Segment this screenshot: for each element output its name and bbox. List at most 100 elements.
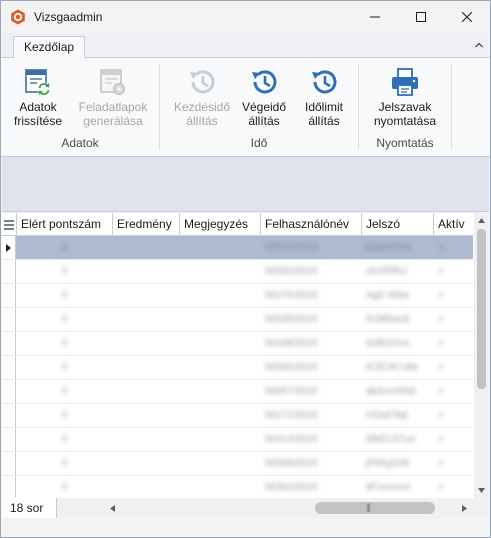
clock-history-icon	[190, 70, 215, 94]
column-header-megjegyzes[interactable]: Megjegyzés	[180, 213, 261, 236]
main-window: Vizsgaadmin Kezdőlap Adatok frissítése F…	[0, 0, 491, 538]
refresh-data-label-2: frissítése	[13, 114, 62, 128]
cell-pontszam: 0	[62, 338, 68, 349]
table-row[interactable]: 0 00276/2023 AgK-Ndar >	[2, 284, 473, 308]
column-header-felhasznalonev[interactable]: Felhasználónév	[261, 213, 362, 236]
row-indicator[interactable]	[2, 236, 16, 259]
table-row[interactable]: 0 00438/2024 6xBO2ms >	[2, 332, 473, 356]
table-row[interactable]: 0 00335/2024 RJ9f6wnk >	[2, 308, 473, 332]
cell-pontszam: 0	[62, 434, 68, 445]
row-indicator[interactable]	[2, 380, 16, 403]
cell-jelszo: akAmnhNd	[366, 386, 416, 397]
cell-felhasznalonev: 00438/2024	[265, 338, 318, 349]
close-button[interactable]	[444, 1, 490, 33]
print-passwords-label-1: Jelszavak	[378, 100, 432, 114]
row-indicator[interactable]	[2, 452, 16, 475]
data-grid[interactable]: Elért pontszám Eredmény Megjegyzés Felha…	[2, 213, 489, 498]
table-row[interactable]: 0 00067/2022 akAmnhNd >	[2, 380, 473, 404]
cell-pontszam: 0	[62, 458, 68, 469]
column-header-aktiv[interactable]: Aktív	[434, 213, 473, 236]
cell-aktiv: >	[438, 434, 444, 445]
scroll-left-icon[interactable]	[109, 504, 116, 513]
set-end-time-label-2: állítás	[248, 114, 280, 128]
refresh-data-button[interactable]: Adatok frissítése	[7, 62, 69, 128]
column-chooser-button[interactable]	[2, 213, 17, 236]
print-passwords-button[interactable]: Jelszavak nyomtatása	[365, 62, 445, 128]
cell-aktiv: >	[438, 338, 444, 349]
generate-forms-button[interactable]: Feladatlapok generálása	[73, 62, 153, 128]
refresh-data-label-1: Adatok	[19, 100, 57, 114]
cell-aktiv: >	[438, 242, 444, 253]
set-start-time-button[interactable]: Kezdésidő állítás	[166, 62, 238, 128]
table-row[interactable]: 0 00023/2023 bZpw7mK >	[2, 236, 473, 260]
cell-felhasznalonev: 00349/2024	[265, 458, 318, 469]
grid-header: Elért pontszám Eredmény Megjegyzés Felha…	[2, 213, 473, 236]
set-end-time-label-1: Végeidő	[241, 100, 287, 114]
table-row[interactable]: 0 00345/2024 tC5C9Cv8a >	[2, 356, 473, 380]
cell-jelszo: tC5C9Cv8a	[366, 362, 418, 373]
set-start-time-label-1: Kezdésidő	[173, 100, 231, 114]
window-title: Vizsgaadmin	[34, 10, 103, 24]
row-indicator[interactable]	[2, 308, 16, 331]
clock-history-icon	[252, 70, 277, 94]
horizontal-scroll-thumb[interactable]	[315, 502, 435, 514]
cell-felhasznalonev: 00332/2024	[265, 266, 318, 277]
group-label-adatok: Adatok	[61, 136, 99, 150]
group-label-ido: Idő	[250, 136, 268, 150]
chevron-up-icon[interactable]	[474, 40, 484, 50]
vertical-scrollbar[interactable]	[474, 213, 489, 498]
cell-aktiv: >	[438, 290, 444, 301]
cell-felhasznalonev: 00345/2024	[265, 362, 318, 373]
scroll-right-icon[interactable]	[461, 504, 468, 513]
table-row[interactable]: 0 00414/2024 MkEC5Tue >	[2, 428, 473, 452]
scroll-down-icon[interactable]	[477, 487, 486, 494]
column-header-eredmeny[interactable]: Eredmény	[113, 213, 180, 236]
cell-jelszo: jFhKgGW	[366, 458, 410, 469]
ribbon-tab-strip: Kezdőlap	[1, 33, 490, 59]
tab-kezdolap[interactable]: Kezdőlap	[13, 36, 86, 59]
title-bar[interactable]: Vizsgaadmin	[1, 1, 490, 33]
set-time-limit-button[interactable]: Időlimit állítás	[296, 62, 352, 128]
cell-pontszam: 0	[62, 242, 68, 253]
cell-pontszam: 0	[62, 386, 68, 397]
row-indicator[interactable]	[2, 332, 16, 355]
scroll-up-icon[interactable]	[477, 217, 486, 224]
row-indicator[interactable]	[2, 428, 16, 451]
row-indicator[interactable]	[2, 260, 16, 283]
cell-pontszam: 0	[62, 482, 68, 493]
maximize-button[interactable]	[398, 1, 444, 33]
print-passwords-label-2: nyomtatása	[373, 114, 437, 128]
table-row[interactable]: 0 00332/2024 eKXRfNJ >	[2, 260, 473, 284]
ribbon-group-divider	[451, 64, 452, 150]
cell-felhasznalonev: 00362/2024	[265, 482, 318, 493]
generate-forms-label-2: generálása	[83, 114, 143, 128]
table-row[interactable]: 0 00271/2023 H2w67bjt >	[2, 404, 473, 428]
cell-jelszo: H2w67bjt	[366, 410, 408, 421]
cell-pontszam: 0	[62, 410, 68, 421]
cell-aktiv: >	[438, 410, 444, 421]
table-row[interactable]: 0 00362/2024 8Fccnne4 >	[2, 476, 473, 498]
maximize-icon	[416, 12, 426, 22]
cell-aktiv: >	[438, 314, 444, 325]
refresh-table-icon	[25, 69, 51, 96]
row-indicator[interactable]	[2, 476, 16, 498]
row-indicator[interactable]	[2, 356, 16, 379]
minimize-button[interactable]	[352, 1, 398, 33]
row-indicator[interactable]	[2, 404, 16, 427]
cell-felhasznalonev: 00271/2023	[265, 410, 318, 421]
row-indicator[interactable]	[2, 284, 16, 307]
ribbon-group-ido: Kezdésidő állítás Végeidő állítás Időlim…	[160, 62, 358, 154]
ribbon-group-adatok: Adatok frissítése Feladatlapok generálás…	[1, 62, 159, 154]
table-row[interactable]: 0 00349/2024 jFhKgGW >	[2, 452, 473, 476]
vertical-scroll-thumb[interactable]	[477, 229, 486, 389]
set-end-time-button[interactable]: Végeidő állítás	[236, 62, 292, 128]
cell-jelszo: AgK-Ndar	[366, 290, 410, 301]
column-header-pontszam[interactable]: Elért pontszám	[17, 213, 113, 236]
cell-jelszo: eKXRfNJ	[366, 266, 408, 277]
column-header-jelszo[interactable]: Jelszó	[362, 213, 434, 236]
cell-aktiv: >	[438, 482, 444, 493]
close-icon	[462, 12, 472, 22]
cell-jelszo: RJ9f6wnk	[366, 314, 410, 325]
grid-rows: 0 00023/2023 bZpw7mK >0 00332/2024 eKXRfNJ >0 0…	[2, 236, 473, 498]
cell-pontszam: 0	[62, 362, 68, 373]
